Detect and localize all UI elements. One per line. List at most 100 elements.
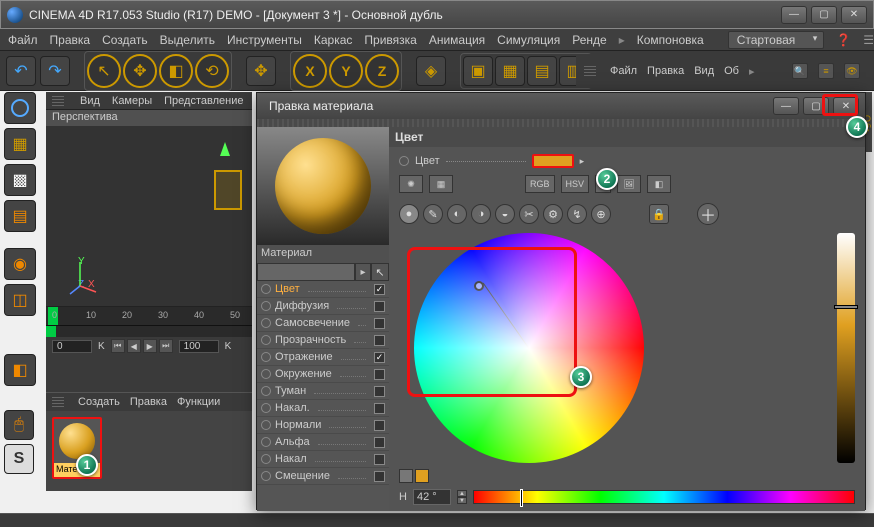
snap-s-button[interactable]: S [4,444,34,474]
color-wheel[interactable] [414,233,644,463]
om-menu-view[interactable]: Вид [694,65,714,77]
material-editor-titlebar[interactable]: Правка материала — ▢ ✕ [257,93,865,119]
viewport-canvas[interactable]: Y X Z [46,126,252,306]
swatch-grid-button[interactable]: ▦ [429,175,453,193]
nav-next-button[interactable]: ▶ [143,339,157,353]
swatch[interactable] [399,469,413,483]
tool-9[interactable]: ⊕ [591,204,611,224]
channel-row[interactable]: Накал. [257,400,389,417]
channel-checkbox[interactable] [374,420,385,431]
menu-animate[interactable]: Анимация [429,33,485,47]
panel-grip[interactable] [584,66,596,76]
mm-menu-functions[interactable]: Функции [177,396,220,408]
picker-image-button[interactable]: 🖼 [617,175,641,193]
edge-mode-button[interactable]: ◫ [4,284,36,316]
render-view-button[interactable]: ▣ [463,56,493,86]
om-menu-file[interactable]: Файл [610,65,637,77]
channel-checkbox[interactable] [374,454,385,465]
menu-edit[interactable]: Правка [50,33,91,47]
hue-cursor[interactable] [520,489,523,507]
channel-row[interactable]: Прозрачность [257,332,389,349]
channel-row[interactable]: Цвет✓ [257,281,389,298]
model-mode-button[interactable]: ▦ [4,128,36,160]
channel-checkbox[interactable] [374,335,385,346]
hue-strip[interactable] [473,490,855,504]
texture-mode-button[interactable]: ▩ [4,164,36,196]
nav-last-button[interactable]: ⏭ [159,339,173,353]
frame-end-field[interactable]: 100 [179,340,219,353]
channel-row[interactable]: Окружение [257,366,389,383]
swatch[interactable] [415,469,429,483]
channel-checkbox[interactable] [374,471,385,482]
material-name-menu-button[interactable]: ▸ [355,263,371,281]
wheel-mode-button[interactable]: ● [399,204,419,224]
hue-spinner[interactable]: ▲▼ [457,490,467,504]
vp-menu-view[interactable]: Вид [80,95,100,107]
channel-checkbox[interactable] [374,318,385,329]
last-tool[interactable]: ✥ [246,56,276,86]
om-search-icon[interactable]: 🔍 [792,63,808,79]
channel-checkbox[interactable] [374,437,385,448]
channel-checkbox[interactable] [374,403,385,414]
brightness-handle[interactable] [834,305,858,309]
timeline-scrub[interactable] [46,325,252,337]
nav-first-button[interactable]: ⏮ [111,339,125,353]
hue-value-field[interactable]: 42 ° [413,489,451,505]
me-close-button[interactable]: ✕ [833,97,859,115]
nav-prev-button[interactable]: ◀ [127,339,141,353]
select-tool[interactable]: ↖ [87,54,121,88]
tool-6[interactable]: ✂ [519,204,539,224]
coord-system-button[interactable]: ◈ [416,56,446,86]
redo-button[interactable]: ↷ [40,56,70,86]
material-name-input[interactable] [257,263,355,281]
material-pick-button[interactable]: ↖ [371,263,389,281]
render-settings-button[interactable]: ▤ [527,56,557,86]
channel-row[interactable]: Альфа [257,434,389,451]
maximize-button[interactable]: ▢ [811,6,837,24]
add-swatch-button[interactable]: ＋ [697,203,719,225]
channel-checkbox[interactable]: ✓ [374,352,385,363]
menu-select[interactable]: Выделить [160,33,215,47]
tool-5[interactable]: ◒ [495,204,515,224]
mm-menu-create[interactable]: Создать [78,396,120,408]
om-eye-icon[interactable]: 👁 [844,63,860,79]
tool-3[interactable]: ◐ [447,204,467,224]
channel-row[interactable]: Накал [257,451,389,468]
material-preview[interactable] [257,127,389,245]
y-axis-arrow-icon[interactable] [220,142,230,156]
menu-simulate[interactable]: Симуляция [497,33,560,47]
help-icon[interactable]: ❓ [836,32,851,48]
channel-checkbox[interactable] [374,386,385,397]
tool-7[interactable]: ⚙ [543,204,563,224]
menu-pipeline[interactable]: Компоновка [637,33,704,47]
rgb-button[interactable]: RGB [525,175,555,193]
rotate-tool[interactable]: ⟲ [195,54,229,88]
menu-create[interactable]: Создать [102,33,148,47]
panel-grip[interactable] [52,96,64,106]
panel-grip[interactable] [257,119,865,127]
channel-checkbox[interactable] [374,301,385,312]
color-radio-icon[interactable] [399,156,409,166]
channel-row[interactable]: Нормали [257,417,389,434]
me-minimize-button[interactable]: — [773,97,799,115]
tool-8[interactable]: ↯ [567,204,587,224]
vp-menu-cameras[interactable]: Камеры [112,95,152,107]
eyedropper-button[interactable]: ✎ [423,204,443,224]
channel-checkbox[interactable] [374,369,385,380]
channel-row[interactable]: Смещение [257,468,389,485]
hsv-button[interactable]: HSV [561,175,590,193]
menu-render[interactable]: Ренде [572,33,606,47]
vp-menu-display[interactable]: Представление [164,95,243,107]
config-icon[interactable]: ☰ [863,32,874,48]
om-menu-obj[interactable]: Об [724,65,739,77]
color-swatch[interactable] [532,154,574,168]
minimize-button[interactable]: — [781,6,807,24]
make-editable-button[interactable] [4,92,36,124]
menu-file[interactable]: Файл [8,33,38,47]
frame-start-field[interactable]: 0 [52,340,92,353]
menu-snap[interactable]: Привязка [364,33,416,47]
channel-checkbox[interactable]: ✓ [374,284,385,295]
timeline-ruler[interactable]: 0 10 20 30 40 50 [46,307,252,325]
panel-grip[interactable] [52,397,64,407]
axis-z-toggle[interactable]: Z [365,54,399,88]
